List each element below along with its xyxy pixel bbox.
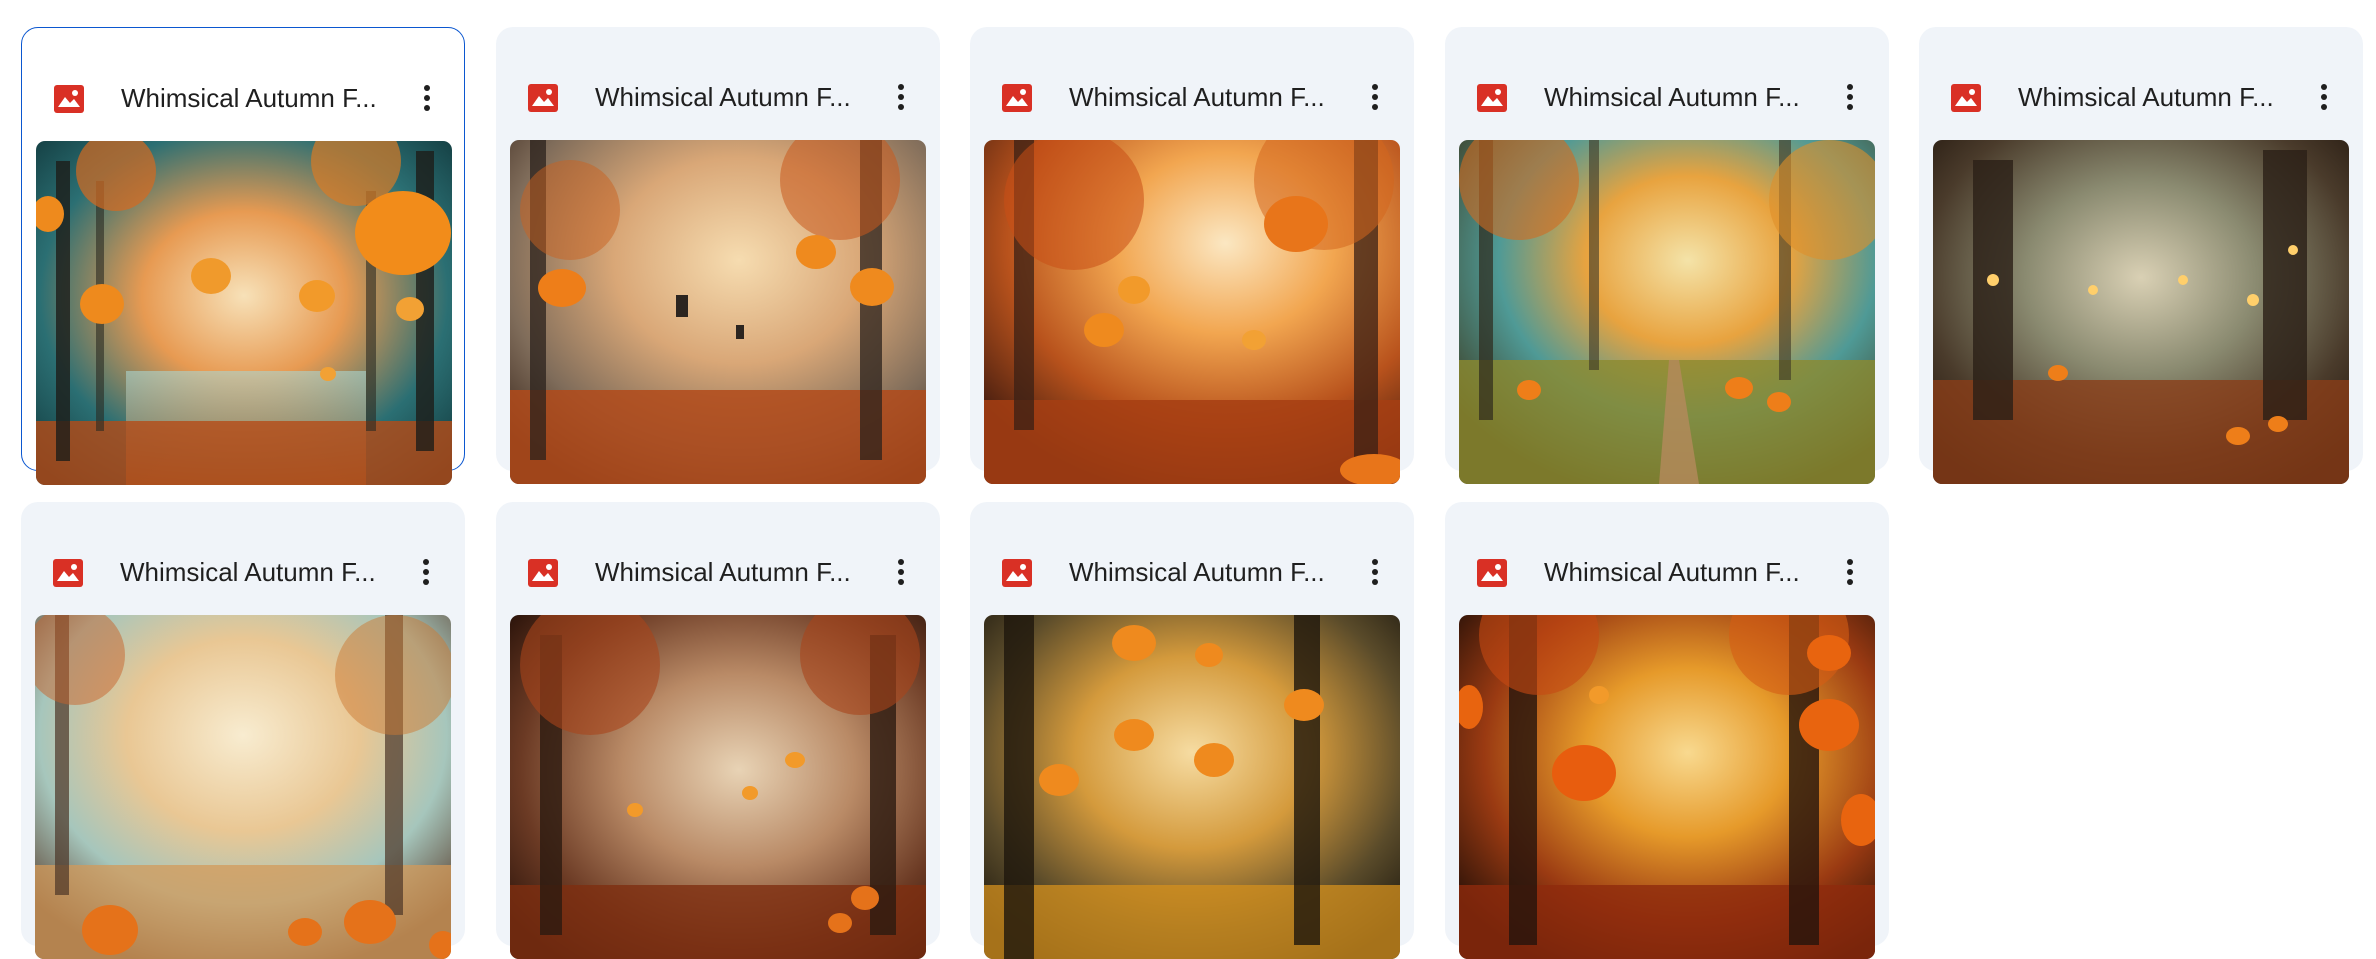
- more-options-icon[interactable]: [883, 77, 919, 117]
- file-card[interactable]: Whimsical Autumn F...: [1445, 502, 1889, 959]
- thumbnail-image: [510, 615, 926, 959]
- file-thumbnail[interactable]: [1459, 140, 1875, 484]
- file-card[interactable]: Whimsical Autumn F...: [21, 502, 465, 959]
- file-title[interactable]: Whimsical Autumn F...: [595, 79, 880, 115]
- more-options-icon[interactable]: [2306, 77, 2342, 117]
- more-options-icon[interactable]: [883, 552, 919, 592]
- thumbnail-image: [1459, 140, 1875, 484]
- file-card[interactable]: Whimsical Autumn F...: [970, 502, 1414, 959]
- thumbnail-image: [510, 140, 926, 484]
- file-title[interactable]: Whimsical Autumn F...: [1544, 554, 1829, 590]
- file-card-header: Whimsical Autumn F...: [970, 502, 1414, 606]
- file-thumbnail[interactable]: [510, 615, 926, 959]
- image-icon: [1002, 84, 1032, 112]
- image-icon: [1477, 559, 1507, 587]
- file-card[interactable]: Whimsical Autumn F...: [496, 27, 940, 484]
- thumbnail-image: [984, 140, 1400, 484]
- more-options-icon[interactable]: [1357, 552, 1393, 592]
- thumbnail-image: [35, 615, 451, 959]
- thumbnail-image: [36, 141, 452, 485]
- file-card[interactable]: Whimsical Autumn F...: [1445, 27, 1889, 484]
- file-card-header: Whimsical Autumn F...: [21, 502, 465, 606]
- file-title[interactable]: Whimsical Autumn F...: [2018, 79, 2303, 115]
- file-card-header: Whimsical Autumn F...: [22, 28, 464, 132]
- file-thumbnail[interactable]: [35, 615, 451, 959]
- file-grid: Whimsical Autumn F... Whimsical Autumn F…: [0, 0, 2376, 959]
- thumbnail-image: [1933, 140, 2349, 484]
- image-icon: [528, 84, 558, 112]
- file-card-header: Whimsical Autumn F...: [496, 27, 940, 131]
- file-card[interactable]: Whimsical Autumn F...: [970, 27, 1414, 484]
- file-thumbnail[interactable]: [984, 140, 1400, 484]
- thumbnail-image: [1459, 615, 1875, 959]
- file-title[interactable]: Whimsical Autumn F...: [1544, 79, 1829, 115]
- file-thumbnail[interactable]: [1459, 615, 1875, 959]
- file-card-header: Whimsical Autumn F...: [1445, 27, 1889, 131]
- file-card[interactable]: Whimsical Autumn F...: [496, 502, 940, 959]
- file-thumbnail[interactable]: [984, 615, 1400, 959]
- file-title[interactable]: Whimsical Autumn F...: [595, 554, 880, 590]
- image-icon: [1002, 559, 1032, 587]
- file-thumbnail[interactable]: [36, 141, 452, 485]
- file-card-header: Whimsical Autumn F...: [1445, 502, 1889, 606]
- file-card-header: Whimsical Autumn F...: [496, 502, 940, 606]
- file-title[interactable]: Whimsical Autumn F...: [120, 554, 405, 590]
- file-card-header: Whimsical Autumn F...: [1919, 27, 2363, 131]
- file-thumbnail[interactable]: [1933, 140, 2349, 484]
- more-options-icon[interactable]: [1832, 77, 1868, 117]
- image-icon: [53, 559, 83, 587]
- file-thumbnail[interactable]: [510, 140, 926, 484]
- image-icon: [1951, 84, 1981, 112]
- file-card[interactable]: Whimsical Autumn F...: [21, 27, 465, 485]
- image-icon: [528, 559, 558, 587]
- file-title[interactable]: Whimsical Autumn F...: [1069, 79, 1354, 115]
- image-icon: [1477, 84, 1507, 112]
- more-options-icon[interactable]: [409, 78, 445, 118]
- thumbnail-image: [984, 615, 1400, 959]
- more-options-icon[interactable]: [408, 552, 444, 592]
- file-card[interactable]: Whimsical Autumn F...: [1919, 27, 2363, 484]
- image-icon: [54, 85, 84, 113]
- file-title[interactable]: Whimsical Autumn F...: [1069, 554, 1354, 590]
- more-options-icon[interactable]: [1357, 77, 1393, 117]
- more-options-icon[interactable]: [1832, 552, 1868, 592]
- file-card-header: Whimsical Autumn F...: [970, 27, 1414, 131]
- file-title[interactable]: Whimsical Autumn F...: [121, 80, 406, 116]
